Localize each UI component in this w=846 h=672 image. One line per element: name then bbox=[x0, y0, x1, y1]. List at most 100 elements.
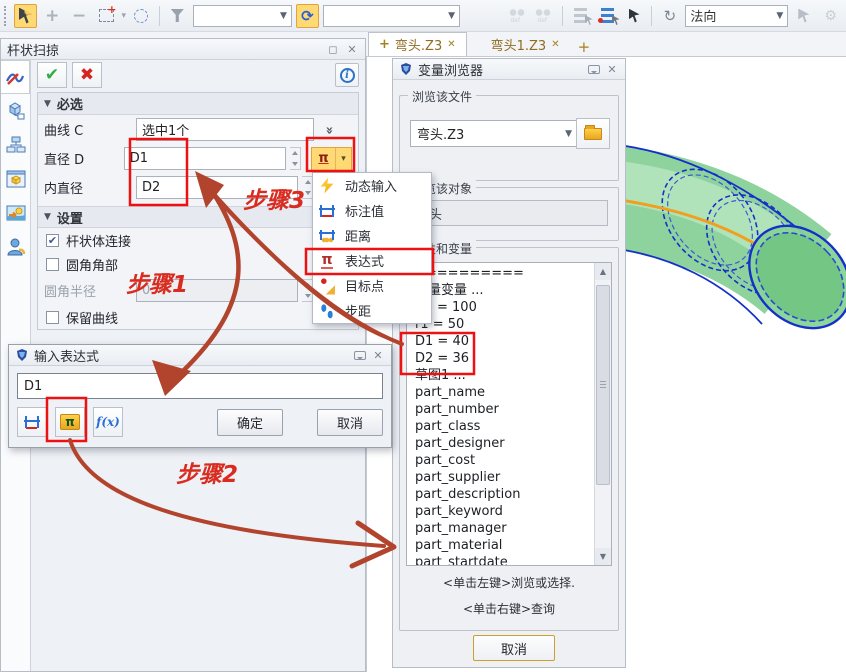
list-item[interactable]: part_number bbox=[407, 401, 594, 418]
input-expression-titlebar[interactable]: 输入表达式 ✕ bbox=[9, 345, 391, 366]
scrollbar[interactable]: ▲ ▼ bbox=[594, 263, 611, 565]
pick-list-button[interactable] bbox=[569, 4, 592, 28]
marquee-dropdown[interactable]: ▾ bbox=[121, 11, 126, 21]
remove-selection-button[interactable]: − bbox=[68, 4, 91, 28]
list-item[interactable]: 标量变量 ... bbox=[407, 282, 594, 299]
browser-cancel-button[interactable]: 取消 bbox=[473, 635, 555, 661]
close-icon[interactable]: ✕ bbox=[605, 63, 619, 76]
lasso-select-button[interactable] bbox=[130, 4, 153, 28]
menu-item[interactable]: 距离 bbox=[313, 223, 431, 248]
pipe-elbow-model[interactable] bbox=[610, 112, 846, 377]
diameter-spinner[interactable] bbox=[290, 147, 301, 170]
ok-button[interactable]: 确定 bbox=[217, 409, 283, 436]
triangle-down-icon: ▼ bbox=[44, 212, 51, 222]
list-item[interactable]: part_class bbox=[407, 418, 594, 435]
restore-icon[interactable]: ◻ bbox=[326, 43, 340, 56]
expression-input[interactable]: D1 bbox=[17, 373, 383, 399]
list-item[interactable]: part_description bbox=[407, 486, 594, 503]
list-item[interactable]: part_material bbox=[407, 537, 594, 554]
tab-active[interactable]: + 弯头.Z3 ✕ bbox=[368, 32, 467, 56]
sidebar-item-user[interactable] bbox=[1, 230, 30, 264]
normal-mode-button[interactable]: ↻ bbox=[658, 4, 681, 28]
rod-connect-checkbox[interactable]: ✔ bbox=[46, 234, 59, 247]
double-chevron-icon[interactable]: » bbox=[322, 126, 337, 132]
chevron-down-icon[interactable]: ▾ bbox=[336, 148, 351, 170]
section-required[interactable]: ▼ 必选 bbox=[38, 93, 358, 115]
list-item[interactable]: = 100 bbox=[407, 299, 594, 316]
new-tab-button[interactable]: + bbox=[570, 38, 599, 56]
comment-icon[interactable] bbox=[354, 351, 366, 360]
filter-combobox[interactable]: ▼ bbox=[193, 5, 292, 27]
list-item[interactable]: part_keyword bbox=[407, 503, 594, 520]
sidebar-item-history-tree[interactable] bbox=[1, 128, 30, 162]
variable-listbox[interactable]: ========== 标量变量 ... = 100 r1 = 50 D1 = 4… bbox=[406, 262, 612, 566]
marquee-select-button[interactable] bbox=[95, 4, 118, 28]
variable-browser-titlebar[interactable]: 变量浏览器 ✕ bbox=[393, 59, 625, 80]
dimension-button[interactable] bbox=[17, 407, 47, 437]
default-option-button-2[interactable]: def bbox=[533, 4, 556, 28]
reorient-button[interactable]: ⟳ bbox=[296, 4, 319, 28]
list-item[interactable]: D1 = 40 bbox=[407, 333, 594, 350]
rotate-icon: ↻ bbox=[664, 7, 677, 25]
open-file-button[interactable] bbox=[576, 118, 610, 149]
default-option-button-1[interactable]: def bbox=[506, 4, 529, 28]
list-item[interactable]: part_manager bbox=[407, 520, 594, 537]
cancel-button[interactable]: ✖ bbox=[72, 62, 102, 88]
file-combobox[interactable]: 弯头.Z3 ▼ bbox=[410, 120, 578, 147]
info-button[interactable]: i bbox=[335, 63, 359, 87]
pick-hint-button[interactable] bbox=[14, 4, 37, 28]
sidebar-item-render[interactable] bbox=[1, 196, 30, 230]
pointer-button[interactable] bbox=[623, 4, 646, 28]
keep-curve-checkbox[interactable] bbox=[46, 311, 59, 324]
scrollbar-thumb[interactable] bbox=[596, 285, 610, 485]
list-item[interactable]: part_designer bbox=[407, 435, 594, 452]
menu-item[interactable]: 标注值 bbox=[313, 198, 431, 223]
diameter-field[interactable]: D1 bbox=[124, 147, 286, 170]
list-item[interactable]: 草图1 ... bbox=[407, 367, 594, 384]
sidebar-item-assembly[interactable] bbox=[1, 94, 30, 128]
scroll-up-icon[interactable]: ▲ bbox=[595, 263, 611, 280]
pi-split-button[interactable]: π ▾ bbox=[311, 147, 352, 171]
list-item[interactable]: part_name bbox=[407, 384, 594, 401]
curve-field[interactable]: 选中1个 bbox=[136, 118, 314, 141]
pi-variable-button[interactable]: π bbox=[55, 407, 85, 437]
pick-list-colored-button[interactable] bbox=[596, 4, 619, 28]
toolbar-grip[interactable] bbox=[4, 6, 8, 26]
rod-sweep-titlebar[interactable]: 杆状扫掠 ◻ ✕ bbox=[1, 39, 365, 60]
list-item[interactable]: ========== bbox=[407, 265, 594, 282]
close-icon[interactable]: ✕ bbox=[371, 349, 385, 362]
pick-settings-button[interactable]: ⚙ bbox=[819, 4, 842, 28]
selection-combobox[interactable]: ▼ bbox=[323, 5, 460, 27]
pi-icon[interactable]: π bbox=[312, 148, 336, 170]
menu-item[interactable]: 目标点 bbox=[313, 273, 431, 298]
normal-combobox[interactable]: 法向 ▼ bbox=[685, 5, 788, 27]
tab-inactive[interactable]: 弯头1.Z3 ✕ bbox=[481, 32, 570, 56]
cancel-button[interactable]: 取消 bbox=[317, 409, 383, 436]
list-item[interactable]: part_supplier bbox=[407, 469, 594, 486]
sidebar-item-sweep[interactable] bbox=[1, 60, 30, 94]
filter-button[interactable] bbox=[166, 4, 189, 28]
pick-normal-button[interactable] bbox=[792, 4, 815, 28]
inner-diameter-field[interactable]: D2 bbox=[136, 176, 298, 199]
menu-item[interactable]: 表达式 bbox=[313, 248, 431, 273]
comment-icon[interactable] bbox=[588, 65, 600, 74]
inner-diameter-label: 内直径 bbox=[44, 178, 132, 197]
menu-item[interactable]: 步距 bbox=[313, 298, 431, 323]
list-item[interactable]: part_cost bbox=[407, 452, 594, 469]
scroll-down-icon[interactable]: ▼ bbox=[595, 548, 611, 565]
ok-button[interactable]: ✔ bbox=[37, 62, 67, 88]
fillet-corner-checkbox[interactable] bbox=[46, 258, 59, 271]
menu-item[interactable]: 动态输入 bbox=[313, 173, 431, 198]
list-item[interactable]: part_startdate bbox=[407, 554, 594, 565]
object-field[interactable]: 弯头 bbox=[410, 200, 608, 226]
close-icon[interactable]: ✕ bbox=[345, 43, 359, 56]
sidebar-item-visualize[interactable] bbox=[1, 162, 30, 196]
cube-node-icon bbox=[6, 101, 26, 121]
section-settings[interactable]: ▼ 设置 bbox=[38, 206, 358, 228]
list-item[interactable]: r1 = 50 bbox=[407, 316, 594, 333]
tab-close-icon[interactable]: ✕ bbox=[447, 39, 455, 50]
add-selection-button[interactable]: + bbox=[41, 4, 64, 28]
tab-close-icon[interactable]: ✕ bbox=[551, 39, 559, 50]
list-item[interactable]: D2 = 36 bbox=[407, 350, 594, 367]
function-button[interactable]: f(x) bbox=[93, 407, 123, 437]
